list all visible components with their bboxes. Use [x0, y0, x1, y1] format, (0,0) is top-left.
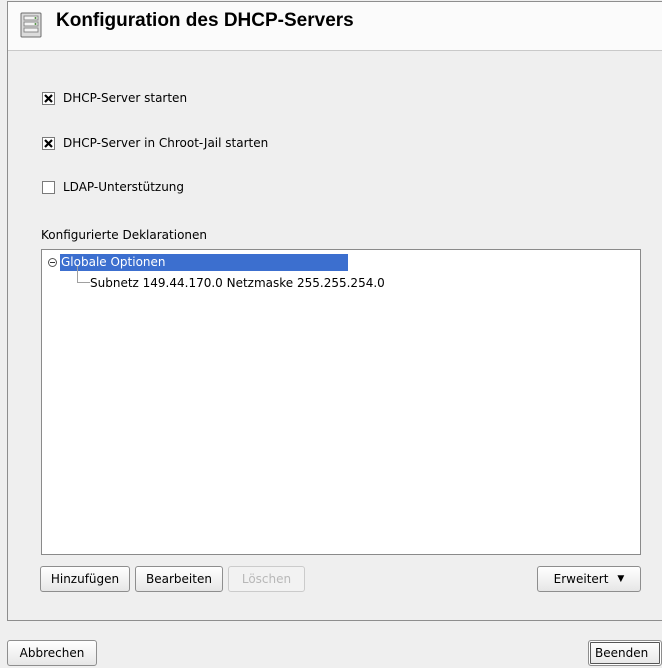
tree-item-global-options[interactable]: Globale Optionen: [48, 253, 348, 271]
start-server-option[interactable]: DHCP-Server starten: [42, 90, 187, 106]
cancel-button[interactable]: Abbrechen: [7, 640, 97, 666]
tree-item-subnet[interactable]: Subnetz 149.44.170.0 Netzmaske 255.255.2…: [90, 276, 385, 291]
server-config-icon: [19, 12, 43, 41]
dhcp-config-panel: Konfiguration des DHCP-Servers DHCP-Serv…: [7, 1, 662, 621]
tree-item-label: Globale Optionen: [60, 253, 348, 271]
edit-button-label: Bearbeiten: [146, 572, 212, 586]
chroot-jail-label: DHCP-Server in Chroot-Jail starten: [63, 136, 269, 150]
declarations-label: Konfigurierte Deklarationen: [41, 228, 208, 242]
start-server-checkbox[interactable]: [42, 91, 55, 105]
advanced-button-label: Erweitert: [553, 572, 609, 586]
header-bar: Konfiguration des DHCP-Servers: [8, 2, 662, 51]
edit-button[interactable]: Bearbeiten: [135, 566, 223, 592]
collapse-icon[interactable]: [48, 257, 57, 267]
declarations-tree[interactable]: Globale Optionen Subnetz 149.44.170.0 Ne…: [41, 249, 641, 555]
dropdown-arrow-icon: ▼: [617, 574, 625, 584]
tree-connector: [77, 266, 90, 283]
checkmark-icon: [44, 93, 53, 103]
ldap-option[interactable]: LDAP-Unterstützung: [42, 179, 184, 195]
start-server-label: DHCP-Server starten: [63, 91, 188, 105]
delete-button-label: Löschen: [241, 572, 292, 586]
chroot-jail-option[interactable]: DHCP-Server in Chroot-Jail starten: [42, 135, 268, 151]
page-title: Konfiguration des DHCP-Servers: [56, 10, 354, 31]
cancel-button-label: Abbrechen: [19, 646, 85, 660]
add-button[interactable]: Hinzufügen: [40, 566, 130, 592]
checkmark-icon: [44, 138, 53, 148]
chroot-jail-checkbox[interactable]: [42, 136, 55, 150]
finish-button[interactable]: Beenden: [588, 640, 662, 666]
advanced-menu-button[interactable]: Erweitert ▼: [537, 566, 641, 592]
add-button-label: Hinzufügen: [50, 572, 120, 586]
delete-button[interactable]: Löschen: [228, 566, 305, 592]
ldap-label: LDAP-Unterstützung: [63, 180, 185, 194]
finish-button-label: Beenden: [595, 646, 649, 660]
ldap-checkbox[interactable]: [42, 180, 55, 194]
